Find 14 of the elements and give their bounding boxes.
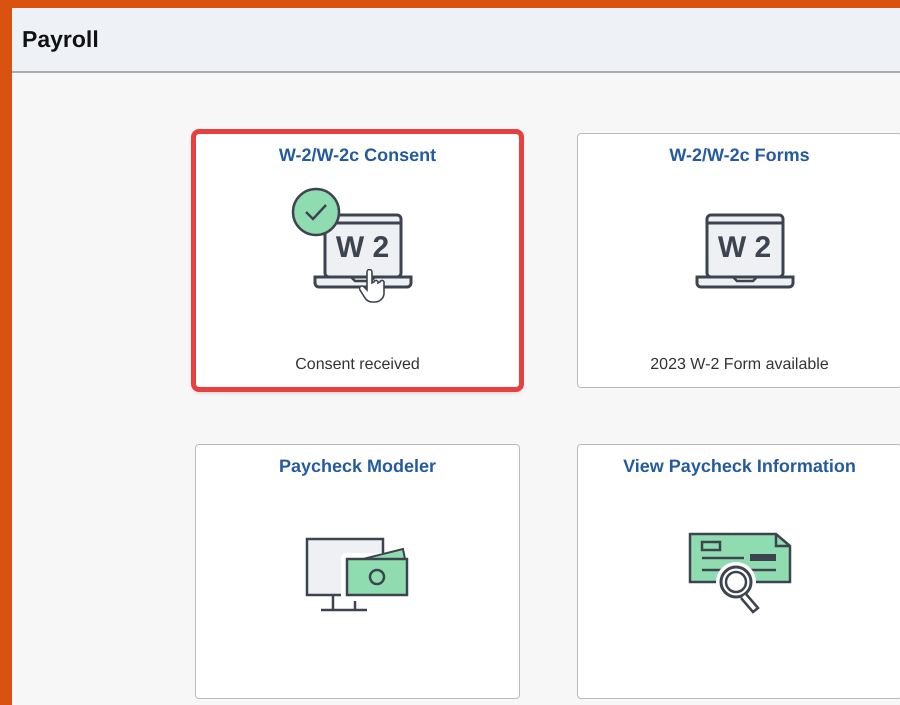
app-tile[interactable]: W-2/W-2c Forms W 2 2023 W-2 Form available [577,133,900,388]
pointer-hand-icon [358,269,386,303]
laptop-screen-text: W 2 [334,233,390,263]
check-circle-icon [290,187,340,237]
tile-title: Paycheck Modeler [278,455,436,478]
tile-title: View Paycheck Information [623,455,856,478]
app-tile[interactable]: View Paycheck Information [577,444,900,699]
tile-title: W-2/W-2c Consent [278,144,436,167]
laptop-screen-text: W 2 [716,233,772,263]
tile-status: 2023 W-2 Form available [650,355,829,375]
tile-title: W-2/W-2c Forms [669,144,810,167]
page-title: Payroll [22,25,99,54]
tile-status: Consent received [295,355,420,375]
app-tile[interactable]: Paycheck Modeler [195,444,520,699]
